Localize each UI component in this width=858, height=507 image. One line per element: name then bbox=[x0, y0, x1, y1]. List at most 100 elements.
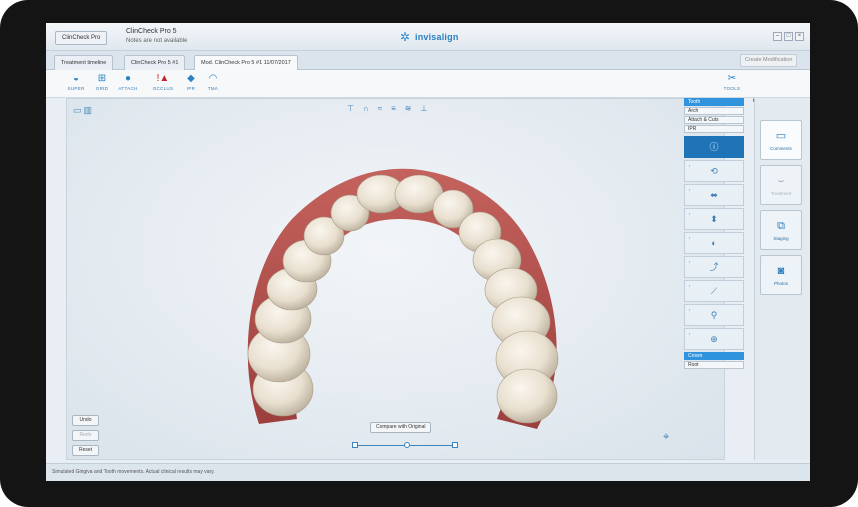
stage-slider[interactable] bbox=[352, 441, 458, 449]
view-bottom-icon[interactable]: ⊥ bbox=[420, 104, 427, 113]
mode-arch[interactable]: Arch bbox=[684, 107, 744, 115]
tab-label: Treatment timeline bbox=[61, 60, 107, 66]
attach-icon: ● bbox=[124, 73, 132, 84]
dot-marker: ▪ bbox=[689, 331, 691, 336]
tool-grid[interactable]: ⊞ GRID bbox=[90, 73, 114, 91]
side-tab-label: Comments bbox=[770, 146, 792, 151]
angulation-icon: ◐ bbox=[711, 238, 717, 248]
intrude-icon: ⬍ bbox=[710, 214, 718, 224]
side-tab-label: Treatment bbox=[770, 191, 792, 196]
reset-button[interactable]: Reset bbox=[72, 445, 99, 456]
redo-button[interactable]: Redo bbox=[72, 430, 99, 441]
tab-label: Mod. ClinCheck Pro 5 #1 11/07/2017 bbox=[201, 60, 291, 66]
notes-status: Notes are not available bbox=[126, 38, 188, 44]
ipr-icon: ◆ bbox=[187, 73, 195, 84]
tool-tma[interactable]: ◠ TMA bbox=[201, 73, 225, 91]
tools-panel: Tooth Arch Attach & Cuts IPR ⓘ ▪ ⟲ ▪ ⬌ ▪ ⬍ … bbox=[684, 98, 744, 388]
minimize-icon[interactable]: – bbox=[773, 32, 782, 41]
side-tab-label: Photos bbox=[773, 281, 788, 286]
dental-arch-model[interactable] bbox=[197, 139, 597, 439]
side-tab-comments[interactable]: ▭ Comments bbox=[760, 120, 802, 160]
grid-icon: ⊞ bbox=[97, 73, 107, 84]
option-root[interactable]: Root bbox=[684, 361, 744, 369]
camera-icon: ◙ bbox=[777, 265, 785, 277]
slider-start-handle[interactable] bbox=[352, 442, 358, 448]
tool-label: OCCLUS bbox=[152, 86, 174, 91]
create-modification-button[interactable]: Create Modification bbox=[740, 54, 798, 67]
tool-all-axes[interactable]: ▪ ⊕ bbox=[684, 328, 744, 350]
tab-treatment-timeline[interactable]: Treatment timeline bbox=[54, 55, 114, 70]
side-tab-label: Staging bbox=[773, 236, 789, 241]
tablet-frame: ClinCheck Pro ClinCheck Pro 5 Notes are … bbox=[0, 0, 858, 507]
mode-ipr[interactable]: IPR bbox=[684, 125, 744, 133]
translate-icon: ⬌ bbox=[710, 190, 718, 200]
tool-label: SUPER bbox=[67, 86, 85, 91]
occlusion-icon: !▲ bbox=[156, 73, 170, 84]
close-icon[interactable]: × bbox=[795, 32, 804, 41]
tool-rotate[interactable]: ▪ ⟲ bbox=[684, 160, 744, 182]
dot-marker: ▪ bbox=[689, 283, 691, 288]
tab-modification[interactable]: Mod. ClinCheck Pro 5 #1 11/07/2017 bbox=[194, 55, 298, 70]
view-occlusal-icon[interactable]: ≡ bbox=[391, 104, 396, 113]
slider-knob[interactable] bbox=[404, 442, 410, 448]
navigation-crosshair-icon[interactable]: ⌖ bbox=[663, 431, 669, 444]
view-toolbar: ◒ SUPER ⊞ GRID ● ATTACH !▲ OCCLUS ◆ IPR … bbox=[46, 70, 810, 98]
tool-root[interactable]: ▪ ⚲ bbox=[684, 304, 744, 326]
torque-icon: ⤴ bbox=[709, 262, 719, 272]
view-left-icon[interactable]: ≈ bbox=[378, 104, 382, 113]
treatment-icon: ⌣ bbox=[777, 175, 785, 187]
3d-viewport[interactable]: ▭▥ ⊤ ∩ ≈ ≡ ≋ ⊥ Undo Redo Reset Compare w… bbox=[66, 98, 725, 460]
window-title: ClinCheck Pro 5 bbox=[126, 28, 177, 35]
app-screen: ClinCheck Pro ClinCheck Pro 5 Notes are … bbox=[46, 23, 810, 481]
title-bar: ClinCheck Pro ClinCheck Pro 5 Notes are … bbox=[46, 23, 810, 51]
maximize-icon[interactable]: □ bbox=[784, 32, 793, 41]
tool-tooth-info[interactable]: ⓘ bbox=[684, 136, 744, 158]
tool-attach[interactable]: ● ATTACH bbox=[116, 73, 140, 91]
tool-angulation[interactable]: ▪ ◐ bbox=[684, 232, 744, 254]
super-icon: ◒ bbox=[72, 73, 80, 84]
view-top-icon[interactable]: ⊤ bbox=[347, 104, 354, 113]
split-view-icons[interactable]: ▭▥ bbox=[73, 105, 94, 116]
view-front-icon[interactable]: ∩ bbox=[363, 104, 369, 113]
staging-icon: ⧉ bbox=[777, 220, 785, 232]
dot-marker: ▪ bbox=[689, 211, 691, 216]
dot-marker: ▪ bbox=[689, 163, 691, 168]
tab-clincheck-pro[interactable]: ClinCheck Pro 5 #1 bbox=[124, 55, 186, 70]
compare-with-original-button[interactable]: Compare with Original bbox=[370, 422, 432, 433]
dot-marker: ▪ bbox=[689, 259, 691, 264]
mode-tooth[interactable]: Tooth bbox=[684, 98, 744, 106]
tool-occlusion[interactable]: !▲ OCCLUS bbox=[151, 73, 175, 91]
tool-intrude[interactable]: ▪ ⬍ bbox=[684, 208, 744, 230]
view-right-icon[interactable]: ≋ bbox=[405, 104, 412, 113]
side-tab-photos[interactable]: ◙ Photos bbox=[760, 255, 802, 295]
dot-marker: ▪ bbox=[689, 307, 691, 312]
rotate-icon: ⟲ bbox=[710, 166, 718, 176]
app-menu-button[interactable]: ClinCheck Pro bbox=[55, 31, 108, 45]
dot-marker: ▪ bbox=[689, 187, 691, 192]
root-icon: ⚲ bbox=[710, 310, 718, 320]
tool-translate[interactable]: ▪ ⬌ bbox=[684, 184, 744, 206]
inclination-icon: ⟋ bbox=[710, 286, 718, 296]
tool-label: IPR bbox=[186, 86, 196, 91]
tool-inclination[interactable]: ▪ ⟋ bbox=[684, 280, 744, 302]
side-tab-treatment[interactable]: ⌣ Treatment bbox=[760, 165, 802, 205]
slider-end-handle[interactable] bbox=[452, 442, 458, 448]
undo-button[interactable]: Undo bbox=[72, 415, 99, 426]
tool-tools[interactable]: ✂ TOOLS bbox=[720, 73, 744, 91]
tools-icon: ✂ bbox=[727, 73, 737, 84]
tma-icon: ◠ bbox=[208, 73, 218, 84]
tool-ipr[interactable]: ◆ IPR bbox=[179, 73, 203, 91]
tool-label: ATTACH bbox=[118, 86, 138, 91]
status-bar: Simulated Gingiva and Tooth movements. A… bbox=[46, 463, 810, 481]
side-tab-staging[interactable]: ⧉ Staging bbox=[760, 210, 802, 250]
tool-super[interactable]: ◒ SUPER bbox=[64, 73, 88, 91]
tool-label: TMA bbox=[207, 86, 219, 91]
tool-label: TOOLS bbox=[723, 86, 741, 91]
brand-logo: ✲ invisalign bbox=[398, 30, 459, 44]
invisalign-star-icon: ✲ bbox=[399, 30, 411, 44]
tool-label: GRID bbox=[95, 86, 109, 91]
option-crown[interactable]: Crown bbox=[684, 352, 744, 360]
all-axes-icon: ⊕ bbox=[710, 334, 718, 344]
tool-torque[interactable]: ▪ ⤴ bbox=[684, 256, 744, 278]
mode-attach-cuts[interactable]: Attach & Cuts bbox=[684, 116, 744, 124]
